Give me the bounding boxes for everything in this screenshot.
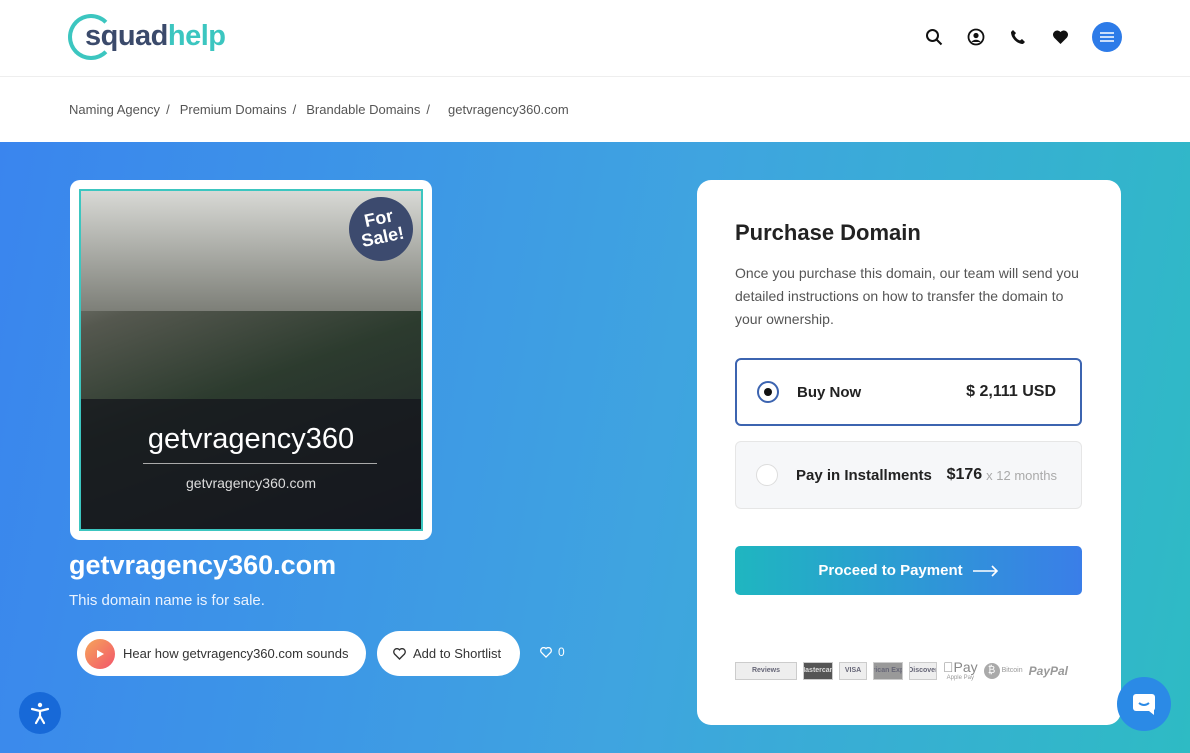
add-to-shortlist-button[interactable]: Add to Shortlist — [377, 631, 520, 676]
hear-pronunciation-button[interactable]: Hear how getvragency360.com sounds — [77, 631, 366, 676]
menu-icon — [1100, 32, 1114, 42]
discover-logo: Discover — [909, 661, 937, 680]
paypal-logo: PayPal — [1021, 663, 1068, 678]
chat-button[interactable] — [1117, 677, 1171, 731]
squadhelp-logo[interactable]: squadhelp — [68, 12, 228, 64]
visa-logo: VISA — [839, 661, 867, 680]
bitcoin-logo: ₿ Bitcoin — [983, 662, 1023, 679]
purchase-title: Purchase Domain — [735, 220, 921, 245]
breadcrumb: Naming Agency / Premium Domains / Brandabl… — [0, 77, 1190, 141]
overlay-name: getvragency360 — [147, 423, 355, 455]
play-icon — [85, 638, 115, 669]
mastercard-logo: Mastercard — [803, 661, 833, 680]
breadcrumb-current: getvragency360.com — [448, 101, 569, 117]
reviews-logo: Reviews — [735, 661, 797, 680]
search-icon[interactable] — [924, 27, 944, 47]
apple-pay-caption: Apple Pay — [943, 675, 974, 681]
accessibility-button[interactable] — [19, 692, 61, 734]
amex-logo: American Express — [873, 661, 903, 680]
chat-icon — [1133, 694, 1155, 715]
proceed-to-payment-button[interactable]: Proceed to Payment — [735, 546, 1082, 595]
apple-pay-logo: Pay Apple Pay — [943, 660, 978, 681]
user-icon[interactable] — [966, 27, 986, 47]
heart-outline-icon — [540, 646, 552, 658]
breadcrumb-brandable-domains[interactable]: Brandable Domains — [306, 102, 420, 117]
breadcrumb-naming-agency[interactable]: Naming Agency — [69, 102, 160, 117]
purchase-description: Once you purchase this domain, our team … — [735, 265, 1079, 327]
overlay-domain: getvragency360.com — [186, 475, 316, 491]
heart-icon[interactable] — [1050, 27, 1070, 47]
domain-subtitle: This domain name is for sale. — [69, 592, 265, 609]
purchase-card: Purchase Domain Once you purchase this d… — [697, 180, 1121, 725]
payment-logos: Reviews Mastercard VISA American Express… — [735, 660, 1068, 681]
radio-buy-now[interactable] — [757, 381, 779, 403]
option-buy-now[interactable]: Buy Now $ 2,111 USD — [735, 358, 1082, 426]
breadcrumb-premium-domains[interactable]: Premium Domains — [180, 102, 287, 117]
domain-title: getvragency360.com — [69, 550, 337, 580]
heart-outline-icon — [393, 647, 406, 660]
domain-image-card: For Sale! getvragency360 getvragency360.… — [70, 180, 432, 540]
domain-photo: For Sale! getvragency360 getvragency360.… — [79, 189, 423, 531]
radio-installments[interactable] — [756, 464, 778, 486]
menu-button[interactable] — [1092, 22, 1122, 52]
arrow-right-icon — [972, 564, 998, 577]
hero-section: For Sale! getvragency360 getvragency360.… — [0, 142, 1190, 753]
like-count[interactable]: 0 — [540, 645, 565, 659]
phone-icon[interactable] — [1008, 27, 1028, 47]
bitcoin-caption: Bitcoin — [994, 667, 1023, 674]
option-installments[interactable]: Pay in Installments $176 x 12 months — [735, 441, 1082, 509]
header: squadhelp — [0, 0, 1190, 77]
accessibility-icon — [30, 702, 50, 725]
